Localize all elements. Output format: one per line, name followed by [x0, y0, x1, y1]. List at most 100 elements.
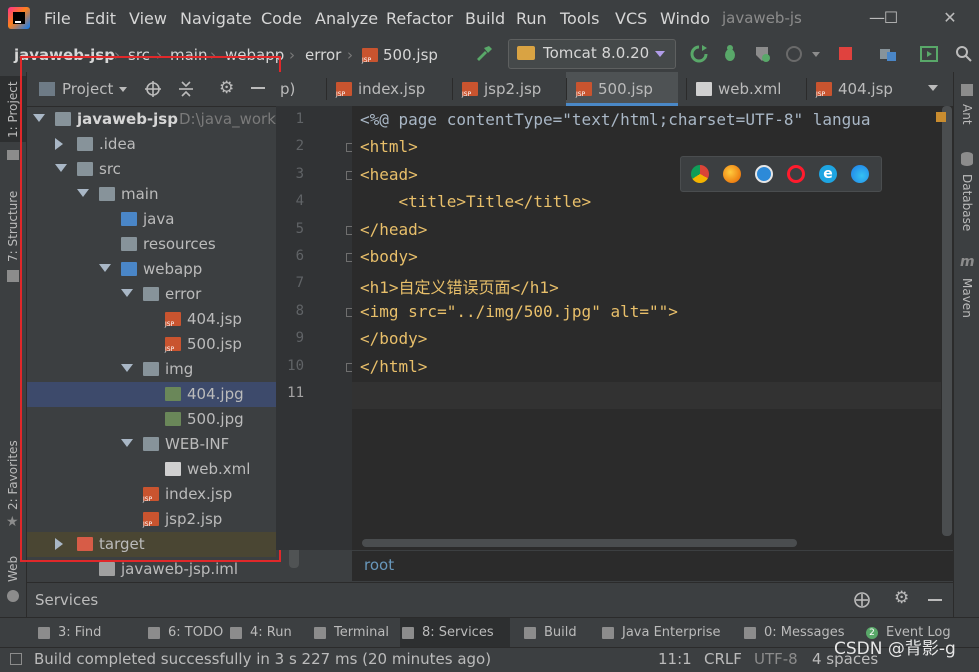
- tree-node[interactable]: .idea: [27, 132, 276, 157]
- debug-icon[interactable]: [720, 44, 740, 64]
- tree-node[interactable]: javaweb-jsp.iml: [27, 557, 276, 582]
- tree-node[interactable]: java: [27, 207, 276, 232]
- firefox-icon[interactable]: [723, 165, 741, 183]
- collapse-all-icon[interactable]: [177, 80, 195, 98]
- code-editor[interactable]: e <%@ page contentType="text/html;charse…: [352, 106, 941, 550]
- maven-tool-button[interactable]: Maven: [954, 276, 979, 326]
- stop-icon[interactable]: [839, 47, 852, 60]
- database-tool-button[interactable]: Database: [954, 172, 979, 238]
- tree-node[interactable]: 500.jpg: [27, 407, 276, 432]
- run-more-chevron-icon[interactable]: [812, 52, 820, 57]
- profiler-icon[interactable]: [784, 44, 804, 64]
- safari-icon[interactable]: [755, 165, 773, 183]
- warning-marker-icon[interactable]: [936, 112, 946, 122]
- add-service-icon[interactable]: [853, 591, 871, 609]
- status-message[interactable]: Build completed successfully in 3 s 227 …: [34, 650, 491, 668]
- tree-node[interactable]: main: [27, 182, 276, 207]
- menu-analyze[interactable]: Analyze: [315, 9, 378, 28]
- breadcrumb-webapp[interactable]: webapp: [225, 46, 284, 64]
- hide-services-icon[interactable]: [928, 599, 942, 601]
- web-tool-button[interactable]: Web: [0, 550, 26, 586]
- file-encoding[interactable]: UTF-8: [754, 650, 798, 668]
- expand-arrow-icon[interactable]: [121, 439, 133, 447]
- editor-tab-404-jsp[interactable]: 404.jsp: [806, 72, 906, 106]
- bottom-tool-8--services[interactable]: 8: Services: [400, 618, 510, 648]
- editor-tab-500-jsp[interactable]: 500.jsp: [566, 72, 678, 106]
- menu-refactor[interactable]: Refactor: [386, 9, 453, 28]
- tree-node[interactable]: web.xml: [27, 457, 276, 482]
- layout-toggle-icon[interactable]: [10, 653, 22, 665]
- tabs-overflow-chevron-icon[interactable]: [928, 85, 938, 91]
- tree-node[interactable]: 500.jsp: [27, 332, 276, 357]
- breadcrumb-src[interactable]: src: [128, 46, 150, 64]
- coverage-icon[interactable]: [752, 44, 772, 64]
- caret-position[interactable]: 11:1: [658, 650, 692, 668]
- build-hammer-icon[interactable]: [474, 44, 494, 64]
- project-view-dropdown[interactable]: Project: [62, 80, 113, 98]
- structure-tool-button[interactable]: 7: Structure: [0, 176, 26, 266]
- tree-node[interactable]: resources: [27, 232, 276, 257]
- breadcrumb-main[interactable]: main: [170, 46, 207, 64]
- tree-node[interactable]: jsp2.jsp: [27, 507, 276, 532]
- editor-breadcrumb-root[interactable]: root: [364, 556, 394, 574]
- menu-file[interactable]: File: [44, 9, 71, 28]
- search-everywhere-icon[interactable]: [954, 44, 974, 64]
- tree-node[interactable]: error: [27, 282, 276, 307]
- menu-run[interactable]: Run: [516, 9, 547, 28]
- expand-arrow-icon[interactable]: [121, 289, 133, 297]
- breadcrumb-error[interactable]: error: [305, 46, 341, 64]
- project-structure-icon[interactable]: [878, 44, 898, 64]
- collapse-arrow-icon[interactable]: [55, 138, 63, 150]
- tree-node[interactable]: 404.jsp: [27, 307, 276, 332]
- collapse-arrow-icon[interactable]: [55, 538, 63, 550]
- menu-navigate[interactable]: Navigate: [180, 9, 252, 28]
- menu-vcs[interactable]: VCS: [615, 9, 647, 28]
- expand-arrow-icon[interactable]: [99, 264, 111, 272]
- edge-icon[interactable]: [851, 165, 869, 183]
- chevron-down-icon[interactable]: [119, 87, 127, 92]
- close-icon[interactable]: ✕: [935, 7, 965, 29]
- rerun-icon[interactable]: [689, 44, 709, 64]
- tree-node[interactable]: 404.jpg: [27, 382, 276, 407]
- tree-node[interactable]: webapp: [27, 257, 276, 282]
- menu-view[interactable]: View: [129, 9, 167, 28]
- tree-node[interactable]: target: [27, 532, 276, 557]
- expand-arrow-icon[interactable]: [121, 364, 133, 372]
- editor-tab-web-xml[interactable]: web.xml: [686, 72, 798, 106]
- menu-window[interactable]: Windo: [660, 9, 712, 28]
- tree-node[interactable]: javaweb-jsp D:\java_workp: [27, 107, 285, 132]
- breadcrumb-file[interactable]: 500.jsp: [383, 46, 438, 64]
- menu-tools[interactable]: Tools: [560, 9, 599, 28]
- maven-tool-label: Maven: [960, 278, 974, 318]
- chrome-icon[interactable]: [691, 165, 709, 183]
- tree-node[interactable]: src: [27, 157, 276, 182]
- tree-node[interactable]: WEB-INF: [27, 432, 276, 457]
- run-configuration-dropdown[interactable]: Tomcat 8.0.20: [508, 39, 676, 69]
- ant-tool-button[interactable]: Ant: [954, 102, 979, 132]
- tree-node[interactable]: index.jsp: [27, 482, 276, 507]
- locate-file-icon[interactable]: [144, 80, 162, 98]
- editor-tab-index-jsp[interactable]: index.jsp: [326, 72, 444, 106]
- editor-tab-p-[interactable]: p): [276, 72, 318, 106]
- expand-arrow-icon[interactable]: [77, 189, 89, 197]
- editor-horizontal-scrollbar[interactable]: [352, 536, 941, 550]
- menu-build[interactable]: Build: [465, 9, 505, 28]
- hide-panel-icon[interactable]: [251, 87, 265, 89]
- tree-node[interactable]: img: [27, 357, 276, 382]
- maximize-icon[interactable]: ☐: [876, 7, 906, 29]
- editor-vertical-scrollbar[interactable]: [941, 106, 953, 550]
- line-separator[interactable]: CRLF: [704, 650, 742, 668]
- internet-explorer-icon[interactable]: e: [819, 165, 837, 183]
- opera-icon[interactable]: [787, 165, 805, 183]
- breadcrumb-project[interactable]: javaweb-jsp: [14, 46, 115, 64]
- project-tool-button[interactable]: 1: Project: [0, 76, 26, 142]
- editor-tab-jsp2-jsp[interactable]: jsp2.jsp: [452, 72, 558, 106]
- expand-arrow-icon[interactable]: [33, 114, 45, 122]
- expand-arrow-icon[interactable]: [55, 164, 67, 172]
- favorites-tool-button[interactable]: 2: Favorites: [0, 432, 26, 512]
- gear-icon[interactable]: ⚙: [219, 78, 234, 98]
- menu-edit[interactable]: Edit: [85, 9, 116, 28]
- run-anything-icon[interactable]: [919, 44, 939, 64]
- menu-code[interactable]: Code: [261, 9, 302, 28]
- gear-icon[interactable]: ⚙: [894, 588, 909, 608]
